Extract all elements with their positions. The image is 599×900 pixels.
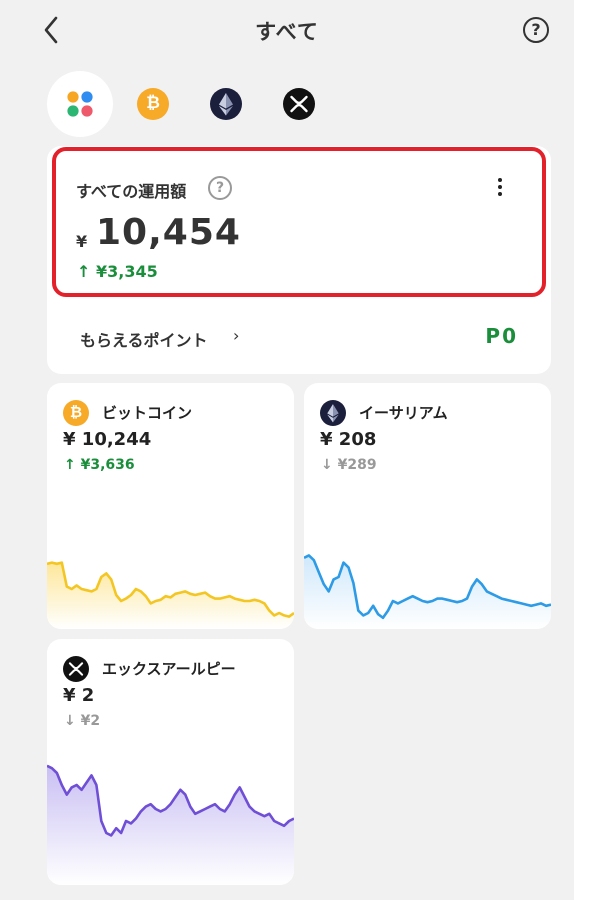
sparkline-chart xyxy=(47,561,294,629)
points-value: P0 xyxy=(485,324,518,348)
ethereum-icon xyxy=(320,400,346,426)
chevron-right-icon: › xyxy=(233,326,240,345)
top-bar: すべて ? xyxy=(0,0,574,62)
sparkline-chart xyxy=(304,554,551,629)
bitcoin-icon: ₿ xyxy=(63,400,89,426)
asset-name: エックスアールピー xyxy=(102,660,236,678)
asset-amount: ¥ 208 xyxy=(320,429,377,450)
currency-symbol: ¥ xyxy=(76,232,88,251)
asset-change: ↓ ¥289 xyxy=(321,457,377,473)
coin-tab-all[interactable] xyxy=(47,71,113,137)
xrp-icon xyxy=(283,88,315,120)
ethereum-icon xyxy=(210,88,242,120)
asset-amount: ¥ 2 xyxy=(63,685,95,706)
help-button[interactable]: ? xyxy=(523,17,549,43)
coin-tab-bitcoin[interactable]: ₿ xyxy=(120,71,186,137)
total-balance-change: ↑ ¥3,345 xyxy=(77,262,158,281)
grid-dots-icon xyxy=(67,91,93,117)
points-link[interactable]: もらえるポイント › P0 xyxy=(47,304,551,370)
asset-amount: ¥ 10,244 xyxy=(63,429,152,450)
page-title: すべて xyxy=(255,20,319,44)
asset-card-ethereum[interactable]: イーサリアム ¥ 208 ↓ ¥289 xyxy=(304,383,551,629)
total-balance-label: すべての運用額 xyxy=(76,182,187,201)
sparkline-chart xyxy=(47,764,294,885)
coin-tab-xrp[interactable] xyxy=(266,71,332,137)
points-label: もらえるポイント xyxy=(80,331,208,350)
coin-tab-ethereum[interactable] xyxy=(193,71,259,137)
bitcoin-icon: ₿ xyxy=(137,88,169,120)
more-options-icon[interactable] xyxy=(490,176,510,204)
app-screen: すべて ? ₿ すべての運用額 ? ¥ 10,454 ↑ ¥3,345 もらえる… xyxy=(0,0,574,900)
asset-name: ビットコイン xyxy=(102,404,193,422)
sparkline-area xyxy=(47,765,294,885)
asset-change: ↑ ¥3,636 xyxy=(64,457,135,473)
total-balance-value: 10,454 xyxy=(96,212,241,253)
asset-card-xrp[interactable]: エックスアールピー ¥ 2 ↓ ¥2 xyxy=(47,639,294,885)
xrp-icon xyxy=(63,656,89,682)
balance-help-icon[interactable]: ? xyxy=(208,176,232,200)
asset-name: イーサリアム xyxy=(359,404,448,422)
asset-change: ↓ ¥2 xyxy=(64,713,101,729)
page-margin xyxy=(574,0,599,900)
asset-card-bitcoin[interactable]: ₿ ビットコイン ¥ 10,244 ↑ ¥3,636 xyxy=(47,383,294,629)
